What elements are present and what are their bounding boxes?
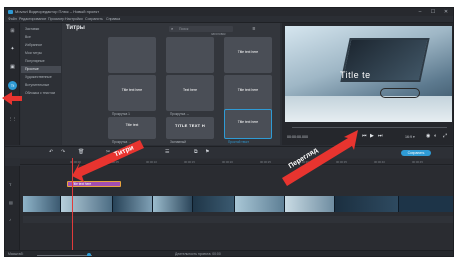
menu-save[interactable]: Сохранить bbox=[85, 17, 103, 21]
preview-panel: Title te 00:00:00.000 ⏮ ▶ ⏭ 16:9 ▾ ◉ ◐ ⤢ bbox=[282, 23, 453, 145]
filter-icon[interactable]: ≡ bbox=[250, 26, 258, 32]
title-tile[interactable]: Title text here bbox=[224, 75, 272, 111]
crop-icon[interactable]: ⧉ bbox=[194, 149, 198, 155]
zoom-slider[interactable] bbox=[37, 255, 92, 256]
minimize-button[interactable]: – bbox=[414, 8, 426, 16]
category-item[interactable]: Все bbox=[21, 34, 61, 41]
preview-scrubber[interactable] bbox=[292, 127, 447, 128]
video-clip[interactable] bbox=[335, 196, 399, 212]
title-tile[interactable]: Text here bbox=[166, 75, 214, 111]
status-bar: Масштаб: Длительность проекта: 00:00 bbox=[5, 250, 453, 256]
video-clip[interactable] bbox=[193, 196, 235, 212]
play-icon[interactable]: ▶ bbox=[370, 133, 374, 139]
category-item[interactable]: Обложка с текстом bbox=[21, 90, 61, 97]
tile-label: Прокрутка 1 bbox=[112, 112, 130, 116]
cut-icon[interactable]: ✂ bbox=[106, 149, 110, 155]
volume-icon[interactable]: ◐ bbox=[434, 133, 437, 139]
menu-file[interactable]: Файл bbox=[8, 17, 17, 21]
library-title: Титры bbox=[66, 25, 85, 31]
title-tile[interactable]: Title text here bbox=[108, 75, 156, 111]
category-item[interactable]: Художественные bbox=[21, 74, 61, 81]
project-duration: Длительность проекта: 00:00 bbox=[175, 252, 221, 256]
app-logo-icon bbox=[8, 10, 13, 14]
aspect-ratio-select[interactable]: 16:9 ▾ bbox=[405, 135, 415, 139]
category-item[interactable]: Мои титры bbox=[21, 50, 61, 57]
search-placeholder: Поиск bbox=[179, 27, 189, 31]
tile-label: Заглавный bbox=[170, 140, 186, 144]
category-item-active[interactable]: Простые bbox=[21, 66, 61, 73]
video-clip[interactable] bbox=[23, 196, 61, 212]
preview-time: 00:00:00.000 bbox=[287, 135, 308, 139]
menu-edit[interactable]: Редактирование bbox=[19, 17, 46, 21]
category-item[interactable]: Популярные bbox=[21, 58, 61, 65]
save-button[interactable]: Сохранить bbox=[401, 150, 431, 156]
title-tile-selected[interactable]: Title text here bbox=[224, 109, 272, 139]
more-tools-icon[interactable]: ⋮⋮ bbox=[8, 115, 17, 123]
snapshot-icon[interactable]: ◉ bbox=[426, 133, 430, 139]
titles-icon[interactable]: Tt bbox=[8, 81, 17, 90]
timeline-ruler[interactable]: 00:00:00 00:00:05 00:00:10 00:00:15 00:0… bbox=[20, 159, 453, 165]
timeline-toolbar: ↶ ↷ 🗑 ✂ ↻ ☰ ⧉ ⚑ Сохранить bbox=[5, 146, 453, 158]
preview-frame: Title te bbox=[285, 26, 452, 122]
track-gutter: T ▤ ♪ bbox=[5, 166, 20, 250]
previous-frame-icon[interactable]: ⏮ bbox=[362, 133, 367, 139]
redo-icon[interactable]: ↷ bbox=[61, 149, 65, 155]
preview-desk bbox=[285, 96, 452, 122]
video-clip[interactable] bbox=[153, 196, 193, 212]
window-title: Movavi Видеоредактор Плюс – Новый проект bbox=[15, 9, 100, 14]
title-tile[interactable]: Title text here bbox=[224, 37, 272, 73]
search-icon: ⌕ bbox=[171, 26, 174, 31]
close-button[interactable]: ✕ bbox=[440, 8, 452, 16]
title-categories: Заставки Все Избранное Мои титры Популяр… bbox=[21, 23, 61, 145]
title-tile[interactable] bbox=[166, 37, 214, 73]
tile-label: Прокрутка → bbox=[112, 140, 132, 144]
category-item[interactable]: Заставки bbox=[21, 26, 61, 33]
timeline-playhead[interactable] bbox=[72, 158, 73, 250]
clip-properties-icon[interactable]: ☰ bbox=[165, 149, 169, 155]
video-track-icon: ▤ bbox=[9, 200, 13, 205]
title-tile[interactable] bbox=[108, 37, 156, 73]
library-subheading: заголовок bbox=[211, 32, 226, 36]
tile-label-selected: Простой текст bbox=[228, 140, 249, 144]
marker-icon[interactable]: ⚑ bbox=[205, 149, 209, 155]
video-clip[interactable] bbox=[235, 196, 285, 212]
video-clip[interactable] bbox=[61, 196, 113, 212]
title-tile[interactable]: TITLE TEXT H bbox=[166, 117, 214, 139]
title-track-icon: T bbox=[9, 182, 12, 187]
preview-overlay-title: Title te bbox=[340, 70, 371, 80]
video-clip[interactable] bbox=[285, 196, 335, 212]
titles-library: Титры ⌕ Поиск ≡ заголовок Title text her… bbox=[62, 23, 280, 145]
category-item[interactable]: Вступительные bbox=[21, 82, 61, 89]
audio-track-icon: ♪ bbox=[9, 217, 11, 222]
video-track[interactable] bbox=[23, 196, 453, 212]
zoom-label: Масштаб: bbox=[8, 252, 24, 256]
preview-glasses-image bbox=[380, 88, 420, 98]
audio-track[interactable] bbox=[23, 216, 453, 223]
menu-help[interactable]: Справка bbox=[106, 17, 120, 21]
menu-view[interactable]: Просмотр bbox=[48, 17, 64, 21]
next-frame-icon[interactable]: ⏭ bbox=[378, 133, 383, 139]
filters-icon[interactable]: ✦ bbox=[8, 45, 17, 53]
menu-bar: Файл Редактирование Просмотр Настройки С… bbox=[5, 16, 453, 23]
video-clip[interactable] bbox=[113, 196, 153, 212]
title-clip[interactable]: Title text here bbox=[67, 181, 121, 187]
title-tile[interactable]: Title text bbox=[108, 117, 156, 139]
fullscreen-icon[interactable]: ⤢ bbox=[443, 133, 447, 139]
transitions-icon[interactable]: ▣ bbox=[8, 63, 17, 71]
title-bar: Movavi Видеоредактор Плюс – Новый проект… bbox=[5, 8, 453, 16]
movavi-editor-window: Movavi Видеоредактор Плюс – Новый проект… bbox=[4, 7, 454, 257]
undo-icon[interactable]: ↶ bbox=[49, 149, 53, 155]
maximize-button[interactable]: ☐ bbox=[427, 8, 439, 16]
tile-label: Прокрутка ↔ bbox=[170, 112, 190, 116]
menu-settings[interactable]: Настройки bbox=[65, 17, 83, 21]
delete-icon[interactable]: 🗑 bbox=[78, 149, 84, 155]
category-item[interactable]: Избранное bbox=[21, 42, 61, 49]
media-import-icon[interactable]: ⊞ bbox=[8, 27, 17, 35]
zoom-slider-handle[interactable] bbox=[87, 253, 91, 256]
tool-sidebar: ⊞ ✦ ▣ Tt ⋮⋮ bbox=[5, 23, 20, 145]
